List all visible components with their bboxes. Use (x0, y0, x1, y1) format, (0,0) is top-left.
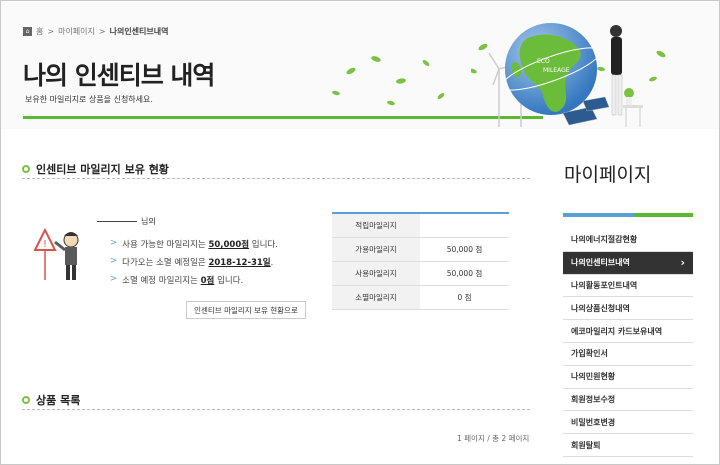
svg-text:!: ! (43, 239, 47, 250)
pagination-info: 1 페이지 / 총 2 페이지 (457, 434, 530, 443)
bullet-icon (22, 165, 30, 173)
breadcrumb-current: 나의인센티브내역 (109, 27, 169, 36)
table-row: 사용마일리지 50,000 점 (332, 261, 509, 286)
breadcrumb: ⌂ 홈 > 마이페이지 > 나의인센티브내역 (23, 26, 168, 37)
sidebar-accent-bar (563, 213, 693, 217)
breadcrumb-sep: > (47, 27, 55, 36)
section-heading-products: 상품 목록 (22, 392, 80, 408)
mileage-status-button[interactable]: 인센티브 마일리지 보유 현황으로 (186, 301, 306, 319)
bullet-icon (22, 396, 30, 404)
sidebar-item-energy-saving[interactable]: 나의에너지절감현황 (563, 229, 693, 252)
sidebar-item-complaints[interactable]: 나의민원현황 (563, 366, 693, 389)
section-heading-status: 인센티브 마일리지 보유 현황 (22, 161, 169, 177)
sidebar-item-product-requests[interactable]: 나의상품신청내역 (563, 297, 693, 321)
sidebar-item-withdraw[interactable]: 회원탈퇴 (563, 434, 693, 457)
section-title: 인센티브 마일리지 보유 현황 (36, 163, 169, 176)
info-line-available: > 사용 가능한 마일리지는 50,000점 입니다. (110, 238, 278, 250)
sidebar-item-change-password[interactable]: 비밀번호변경 (563, 411, 693, 435)
sidebar-menu: 나의에너지절감현황 나의인센티브내역 나의활동포인트내역 나의상품신청내역 에코… (563, 229, 693, 457)
section-title: 상품 목록 (36, 394, 81, 407)
breadcrumb-mypage[interactable]: 마이페이지 (58, 26, 95, 37)
name-suffix: 님의 (141, 217, 156, 226)
table-row: 적립마일리지 (332, 213, 509, 238)
info-line-expiry-amount: > 소멸 예정 마일리지는 0점 입니다. (110, 274, 244, 286)
divider (22, 178, 530, 179)
breadcrumb-home[interactable]: 홈 (36, 26, 43, 37)
mileage-table: 적립마일리지 가용마일리지 50,000 점 사용마일리지 50,000 점 소멸마… (332, 212, 509, 310)
svg-text:MILEAGE: MILEAGE (543, 67, 570, 74)
table-row: 소멸마일리지 0 점 (332, 285, 509, 310)
divider (22, 409, 530, 410)
table-row: 가용마일리지 50,000 점 (332, 237, 509, 262)
home-icon[interactable]: ⌂ (23, 27, 32, 36)
page-header: ⌂ 홈 > 마이페이지 > 나의인센티브내역 나의 인센티브 내역 보유한 마일… (1, 1, 719, 129)
sidebar-item-incentive[interactable]: 나의인센티브내역 (563, 251, 693, 275)
user-name-blank (97, 221, 137, 222)
info-line-expiry-date: > 다가오는 소멸 예정일은 2018-12-31일. (110, 256, 274, 268)
chevron-right-icon: > (110, 274, 118, 284)
svg-text:ECO: ECO (537, 58, 550, 65)
chevron-right-icon: > (110, 238, 118, 248)
chevron-right-icon: > (110, 256, 118, 266)
sidebar-item-activity-points[interactable]: 나의활동포인트내역 (563, 275, 693, 298)
sidebar-item-edit-profile[interactable]: 회원정보수정 (563, 389, 693, 412)
breadcrumb-sep: > (98, 27, 106, 36)
page-subtitle: 보유한 마일리지로 상품을 신청하세요. (25, 95, 153, 104)
sidebar-title: 마이페이지 (564, 164, 652, 186)
eco-globe-illustration: ECO MILEAGE (351, 9, 711, 129)
warning-person-icon: ! (33, 227, 79, 280)
sidebar-item-membership-cert[interactable]: 가입확인서 (563, 343, 693, 366)
leaf-icon (332, 56, 445, 106)
page-title: 나의 인센티브 내역 (23, 61, 215, 90)
sidebar-item-card-holdings[interactable]: 에코마일리지 카드보유내역 (563, 320, 693, 343)
